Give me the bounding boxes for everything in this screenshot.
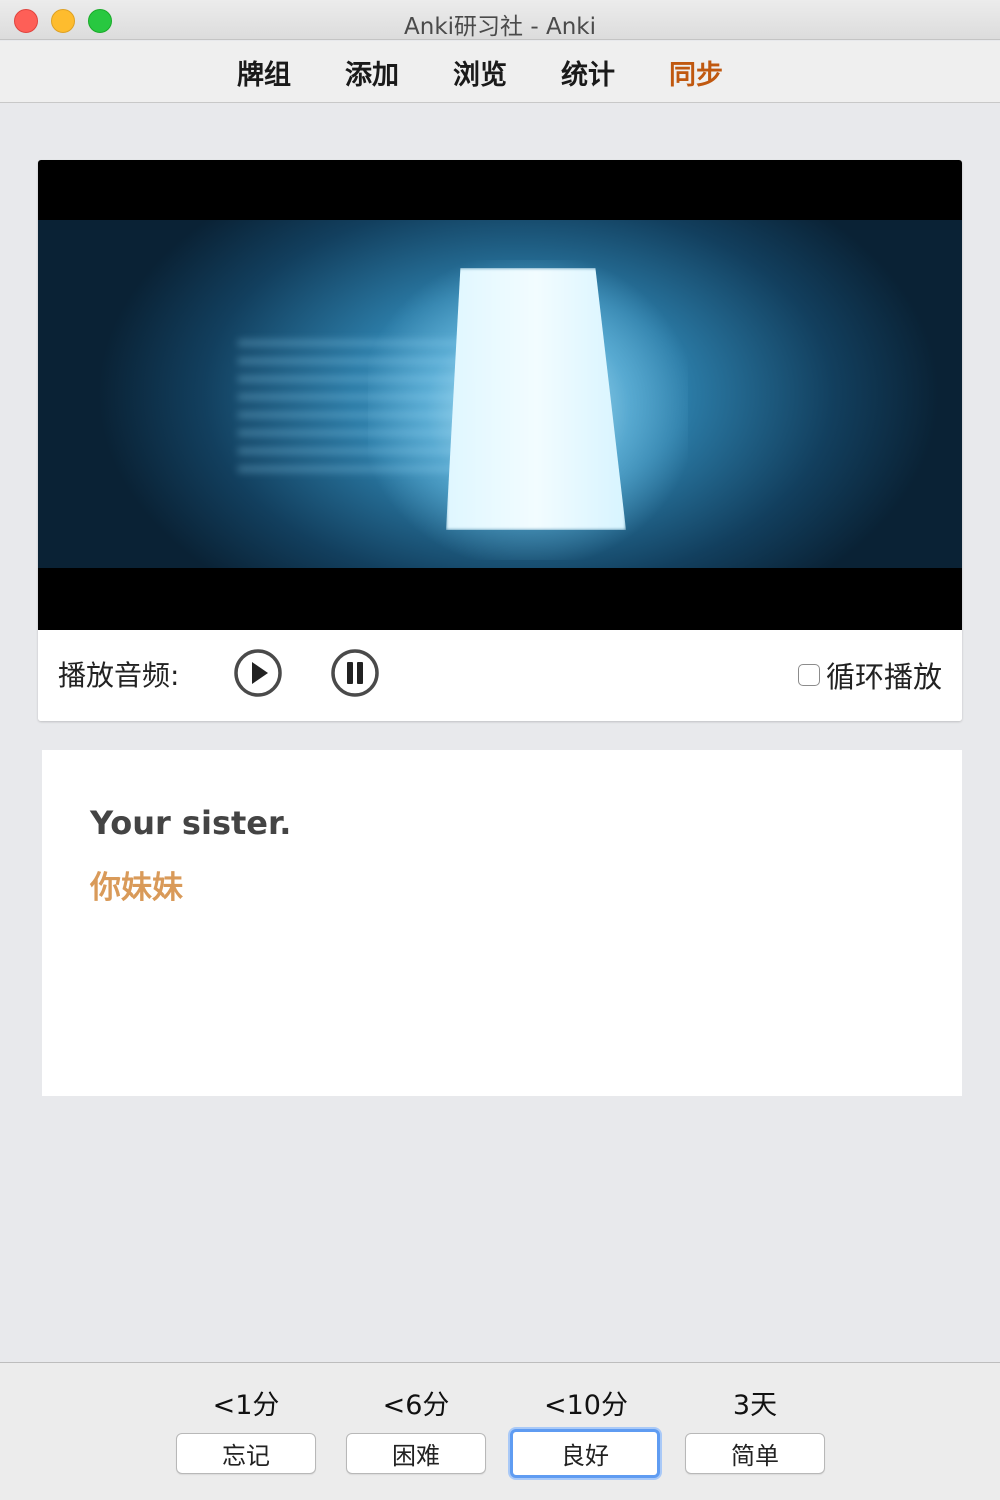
card-chinese-text: 你妹妹 (90, 870, 183, 906)
video-frame (38, 220, 962, 568)
play-icon (234, 649, 282, 697)
interval-easy: 3天 (732, 1390, 778, 1421)
media-card: 播放音频: 循环播放 (38, 160, 962, 721)
audio-controls: 播放音频: 循环播放 (38, 630, 962, 721)
toolbar-browse[interactable]: 浏览 (453, 53, 507, 92)
play-button[interactable] (233, 648, 283, 698)
interval-again: <1分 (212, 1390, 280, 1421)
again-button[interactable]: 忘记 (176, 1433, 316, 1474)
toolbar-sync[interactable]: 同步 (669, 53, 723, 92)
loop-toggle[interactable]: 循环播放 (797, 654, 942, 696)
interval-hard: <6分 (382, 1390, 450, 1421)
title-bar: Anki研习社 - Anki (0, 0, 1000, 40)
easy-button[interactable]: 简单 (685, 1433, 825, 1474)
answer-bar: <1分 <6分 <10分 3天 忘记 困难 良好 简单 (0, 1362, 1000, 1500)
toolbar-stats[interactable]: 统计 (561, 53, 615, 92)
good-button[interactable]: 良好 (510, 1429, 660, 1478)
loop-label: 循环播放 (825, 660, 942, 694)
answer-card: Your sister. 你妹妹 (42, 750, 962, 1096)
audio-label: 播放音频: (58, 659, 180, 692)
hard-button[interactable]: 困难 (346, 1433, 486, 1474)
pause-button[interactable] (330, 648, 380, 698)
pause-icon (331, 649, 379, 697)
main-toolbar: 牌组 添加 浏览 统计 同步 (0, 41, 1000, 103)
loop-checkbox[interactable] (797, 664, 820, 686)
card-english-text: Your sister. (90, 804, 292, 842)
interval-good: <10分 (544, 1390, 628, 1421)
toolbar-decks[interactable]: 牌组 (237, 53, 291, 92)
window-title: Anki研习社 - Anki (404, 14, 596, 40)
toolbar-add[interactable]: 添加 (345, 53, 399, 92)
video-player[interactable] (38, 160, 962, 630)
